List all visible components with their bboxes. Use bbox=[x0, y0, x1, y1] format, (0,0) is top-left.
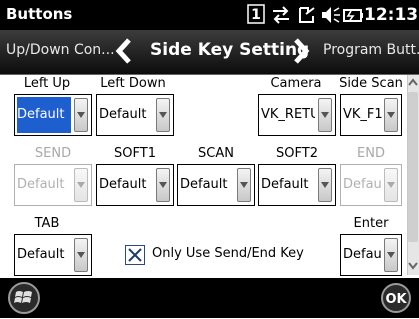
chevron-right-icon[interactable] bbox=[290, 37, 312, 65]
clock[interactable]: 12:13 bbox=[364, 4, 418, 26]
only-send-end-label[interactable]: Only Use Send/End Key bbox=[152, 246, 304, 261]
end-value: Default bbox=[343, 177, 383, 192]
chevron-down-icon[interactable] bbox=[74, 238, 88, 272]
soft2-dropdown[interactable]: Default bbox=[258, 164, 336, 206]
send-value: Default bbox=[17, 177, 65, 192]
enter-dropdown[interactable]: Default bbox=[340, 234, 402, 276]
soft1-label: SOFT1 bbox=[114, 146, 156, 161]
chevron-down-icon[interactable] bbox=[318, 98, 332, 132]
left-down-label: Left Down bbox=[100, 76, 166, 91]
send-dropdown[interactable]: Default bbox=[14, 164, 92, 206]
side-scan-label: Side Scan bbox=[339, 76, 403, 91]
camera-label: Camera bbox=[270, 76, 322, 91]
soft2-label: SOFT2 bbox=[276, 146, 318, 161]
camera-value: VK_RETU bbox=[261, 107, 315, 122]
enter-label: Enter bbox=[353, 216, 389, 231]
signal-icon[interactable] bbox=[296, 4, 318, 26]
tab-label: TAB bbox=[34, 216, 60, 231]
windows-start-icon[interactable] bbox=[6, 281, 42, 315]
tab-value: Default bbox=[17, 247, 65, 262]
svg-text:OK: OK bbox=[385, 292, 407, 307]
left-up-label: Left Up bbox=[23, 76, 71, 91]
left-up-value: Default bbox=[17, 107, 65, 122]
bottom-bar bbox=[0, 278, 419, 318]
enter-value: Default bbox=[343, 247, 383, 262]
svg-text:1: 1 bbox=[251, 7, 261, 23]
soft2-value: Default bbox=[261, 177, 309, 192]
ok-button[interactable]: OK bbox=[380, 283, 412, 313]
only-send-end-checkbox[interactable] bbox=[125, 245, 145, 265]
soft1-value: Default bbox=[99, 177, 147, 192]
end-label: END bbox=[357, 146, 385, 161]
left-up-dropdown[interactable]: Default bbox=[14, 94, 92, 136]
chevron-left-icon[interactable] bbox=[113, 37, 135, 65]
app-title: Buttons bbox=[6, 5, 73, 23]
chevron-down-icon[interactable] bbox=[74, 98, 88, 132]
scroll-up-icon[interactable] bbox=[407, 75, 419, 89]
nav-prev-label[interactable]: Up/Down Con... bbox=[6, 42, 115, 58]
chevron-down-icon[interactable] bbox=[384, 238, 398, 272]
scan-label: SCAN bbox=[198, 146, 234, 161]
chevron-down-icon[interactable] bbox=[156, 98, 170, 132]
data-sync-icon[interactable] bbox=[270, 4, 292, 26]
chevron-down-icon[interactable] bbox=[318, 168, 332, 202]
soft1-dropdown[interactable]: Default bbox=[96, 164, 174, 206]
check-mark-icon bbox=[128, 248, 142, 262]
page-title: Side Key Setting bbox=[150, 40, 310, 60]
send-label: SEND bbox=[34, 146, 72, 161]
side-scan-value: VK_F14 bbox=[343, 107, 383, 122]
scroll-thumb[interactable] bbox=[408, 92, 418, 242]
chevron-down-icon[interactable] bbox=[384, 168, 398, 202]
battery-icon[interactable] bbox=[342, 4, 364, 26]
end-dropdown[interactable]: Default bbox=[340, 164, 402, 206]
sim-icon[interactable]: 1 bbox=[246, 4, 266, 26]
left-down-dropdown[interactable]: Default bbox=[96, 94, 174, 136]
volume-icon[interactable] bbox=[320, 4, 342, 26]
nav-next-label[interactable]: Program Butt... bbox=[323, 42, 419, 58]
chevron-down-icon[interactable] bbox=[74, 168, 88, 202]
tab-dropdown[interactable]: Default bbox=[14, 234, 92, 276]
scan-dropdown[interactable]: Default bbox=[177, 164, 255, 206]
chevron-down-icon[interactable] bbox=[384, 98, 398, 132]
chevron-down-icon[interactable] bbox=[237, 168, 251, 202]
side-scan-dropdown[interactable]: VK_F14 bbox=[340, 94, 402, 136]
scan-value: Default bbox=[180, 177, 228, 192]
scroll-down-icon[interactable] bbox=[407, 258, 419, 274]
camera-dropdown[interactable]: VK_RETU bbox=[258, 94, 336, 136]
left-down-value: Default bbox=[99, 107, 147, 122]
chevron-down-icon[interactable] bbox=[156, 168, 170, 202]
